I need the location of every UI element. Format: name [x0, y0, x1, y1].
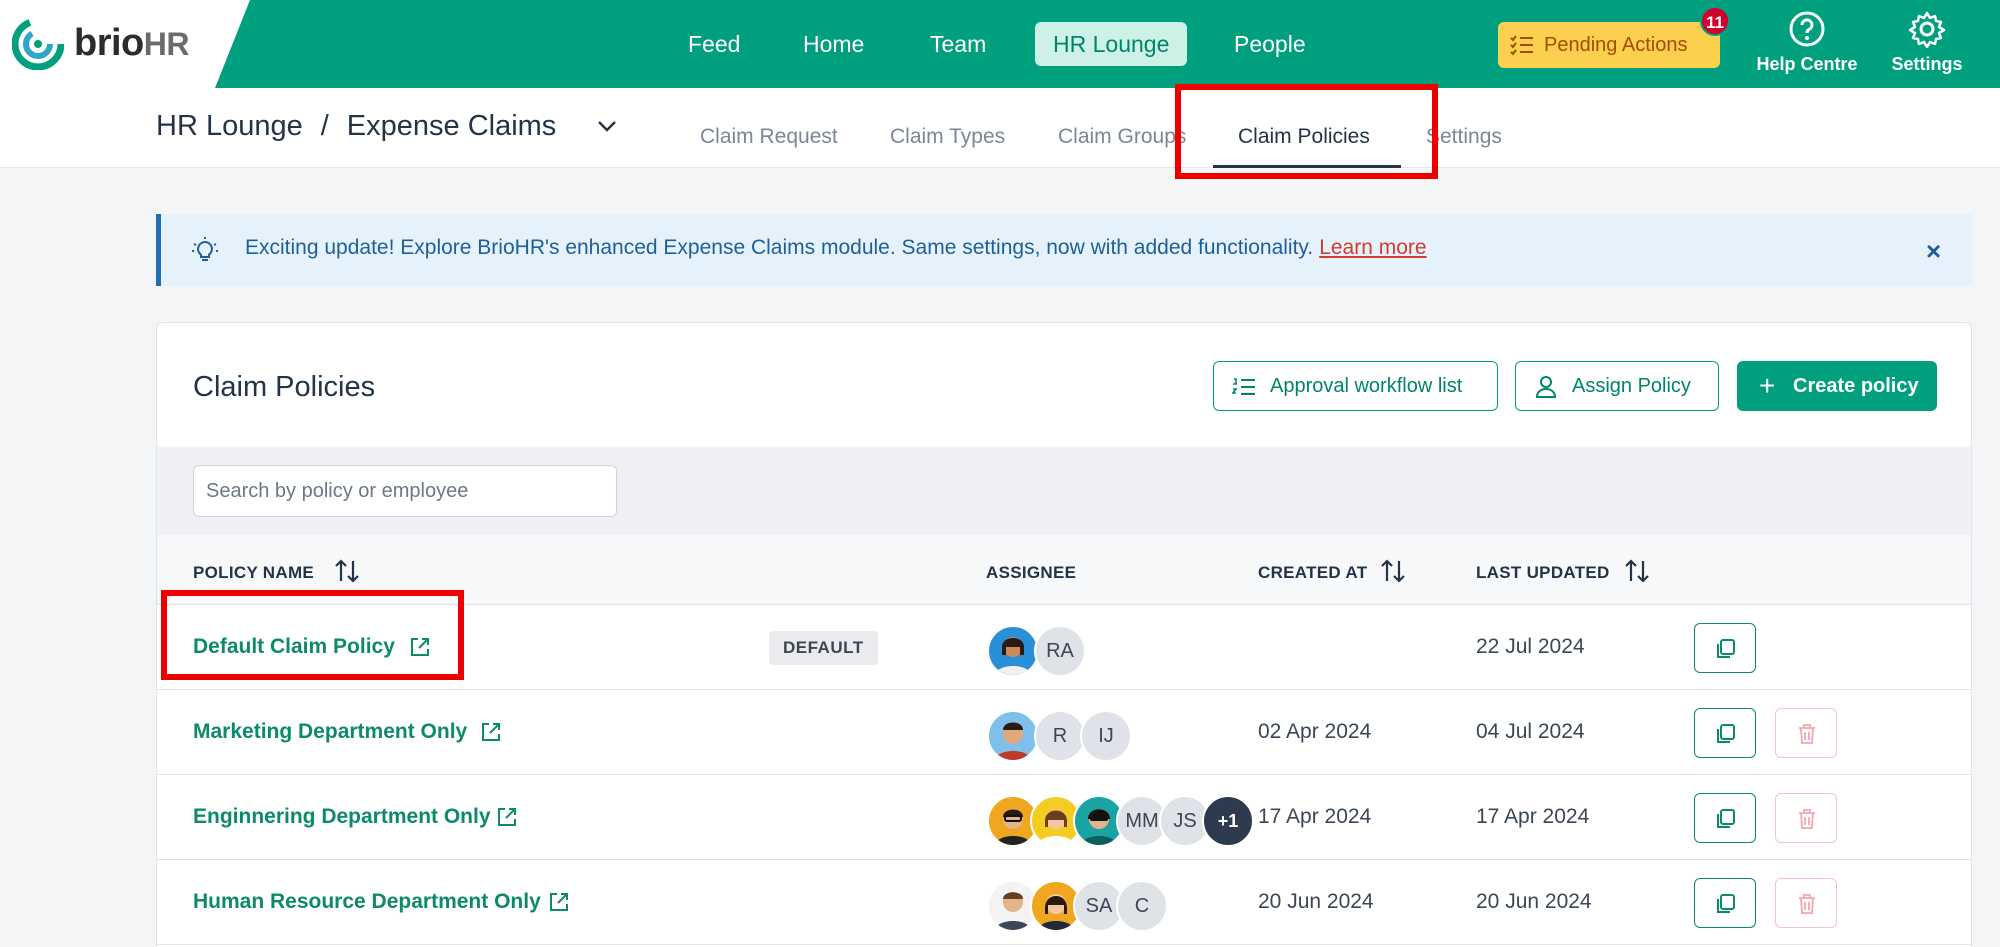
update-banner: Exciting update! Explore BrioHR's enhanc…	[156, 214, 1972, 286]
banner-message: Exciting update! Explore BrioHR's enhanc…	[245, 236, 1427, 260]
highlight-box-policy	[161, 590, 464, 680]
copy-button[interactable]	[1694, 878, 1756, 928]
nav-feed[interactable]: Feed	[670, 22, 758, 66]
gear-icon	[1908, 11, 1946, 48]
tab-claim-request[interactable]: Claim Request	[700, 125, 838, 149]
trash-icon	[1799, 724, 1815, 744]
sort-icon[interactable]	[1623, 557, 1651, 585]
search-input[interactable]	[193, 465, 617, 517]
created-at: 17 Apr 2024	[1258, 805, 1372, 828]
nav-home[interactable]: Home	[785, 22, 882, 66]
external-link-icon[interactable]	[496, 806, 518, 828]
help-centre-button[interactable]: Help Centre	[1747, 10, 1867, 75]
avatar: RA	[1034, 625, 1086, 677]
avatar-photo-icon	[995, 637, 1031, 675]
help-centre-label: Help Centre	[1756, 54, 1858, 74]
copy-icon	[1717, 809, 1735, 828]
sort-icon[interactable]	[333, 557, 361, 585]
settings-label: Settings	[1891, 54, 1963, 74]
last-updated: 04 Jul 2024	[1476, 720, 1585, 743]
numbered-list-icon	[1232, 378, 1255, 395]
briohr-logo-icon	[12, 18, 64, 70]
avatar-overflow-count[interactable]: +1	[1202, 795, 1254, 847]
brand-logo[interactable]: brioHR	[0, 0, 250, 88]
delete-button[interactable]	[1775, 793, 1837, 843]
avatar	[987, 625, 1039, 677]
last-updated: 22 Jul 2024	[1476, 635, 1585, 658]
checklist-icon	[1510, 35, 1533, 56]
help-icon	[1789, 11, 1825, 47]
nav-hr-lounge[interactable]: HR Lounge	[1035, 22, 1188, 66]
breadcrumb-separator: /	[320, 110, 329, 142]
avatar-photo-icon	[995, 722, 1031, 760]
learn-more-link[interactable]: Learn more	[1319, 236, 1426, 259]
external-link-icon[interactable]	[480, 721, 502, 743]
copy-icon	[1717, 894, 1735, 913]
brand-name: brioHR	[74, 22, 190, 64]
avatar: C	[1116, 880, 1168, 932]
table-row: Enginnering Department Only MM JS +1 17 …	[157, 775, 1971, 860]
delete-button[interactable]	[1775, 878, 1837, 928]
external-link-icon[interactable]	[548, 891, 570, 913]
header-assignee: ASSIGNEE	[986, 563, 1077, 582]
page-title: Claim Policies	[193, 371, 376, 403]
assign-policy-button[interactable]: Assign Policy	[1515, 361, 1719, 411]
last-updated: 20 Jun 2024	[1476, 890, 1592, 913]
sort-icon[interactable]	[1379, 557, 1407, 585]
create-policy-label: Create policy	[1793, 375, 1919, 397]
copy-icon	[1717, 639, 1735, 658]
tab-claim-groups[interactable]: Claim Groups	[1058, 125, 1186, 149]
header-last-updated: LAST UPDATED	[1476, 563, 1610, 582]
pending-actions-label: Pending Actions	[1544, 34, 1688, 56]
approval-workflow-label: Approval workflow list	[1270, 375, 1463, 397]
avatar	[987, 710, 1039, 762]
copy-button[interactable]	[1694, 708, 1756, 758]
table-row: Human Resource Department Only SA C 20 J…	[157, 860, 1971, 945]
delete-button[interactable]	[1775, 708, 1837, 758]
avatar: R	[1034, 710, 1086, 762]
chevron-down-icon[interactable]	[596, 118, 618, 134]
nav-team[interactable]: Team	[912, 22, 1004, 66]
pending-actions-button[interactable]: Pending Actions	[1498, 22, 1720, 68]
copy-icon	[1717, 724, 1735, 743]
header-created-at: CREATED AT	[1258, 563, 1368, 582]
breadcrumb: HR Lounge / Expense Claims	[156, 110, 556, 143]
module-header: HR Lounge / Expense Claims Claim Request C…	[0, 88, 2000, 168]
highlight-box-tab	[1175, 84, 1438, 179]
policy-name-link[interactable]: Human Resource Department Only	[193, 890, 541, 914]
header-policy-name: POLICY NAME	[193, 563, 315, 582]
approval-workflow-button[interactable]: Approval workflow list	[1213, 361, 1498, 411]
last-updated: 17 Apr 2024	[1476, 805, 1590, 828]
assign-policy-label: Assign Policy	[1572, 375, 1691, 397]
trash-icon	[1799, 809, 1815, 829]
breadcrumb-root[interactable]: HR Lounge	[156, 110, 303, 142]
top-navbar: brioHR Feed Home Team HR Lounge People P…	[0, 0, 2000, 88]
created-at: 20 Jun 2024	[1258, 890, 1374, 913]
plus-icon: +	[1759, 370, 1776, 401]
pending-count-badge: 11	[1700, 6, 1730, 36]
avatar: IJ	[1080, 710, 1132, 762]
banner-text: Exciting update! Explore BrioHR's enhanc…	[245, 236, 1314, 259]
settings-button[interactable]: Settings	[1867, 10, 1987, 75]
created-at: 02 Apr 2024	[1258, 720, 1372, 743]
breadcrumb-current: Expense Claims	[346, 110, 557, 142]
tab-claim-types[interactable]: Claim Types	[890, 125, 1005, 149]
user-icon	[1535, 376, 1557, 398]
policy-name-link[interactable]: Enginnering Department Only	[193, 805, 491, 829]
copy-button[interactable]	[1694, 793, 1756, 843]
close-icon[interactable]: ×	[1926, 236, 1941, 267]
policy-name-link[interactable]: Marketing Department Only	[193, 720, 467, 744]
copy-button[interactable]	[1694, 623, 1756, 673]
table-row: Marketing Department Only R IJ 02 Apr 20…	[157, 690, 1971, 775]
trash-icon	[1799, 894, 1815, 914]
nav-people[interactable]: People	[1216, 22, 1324, 66]
create-policy-button[interactable]: + Create policy	[1737, 361, 1937, 411]
default-badge: DEFAULT	[769, 631, 878, 665]
lightbulb-icon	[192, 237, 218, 261]
